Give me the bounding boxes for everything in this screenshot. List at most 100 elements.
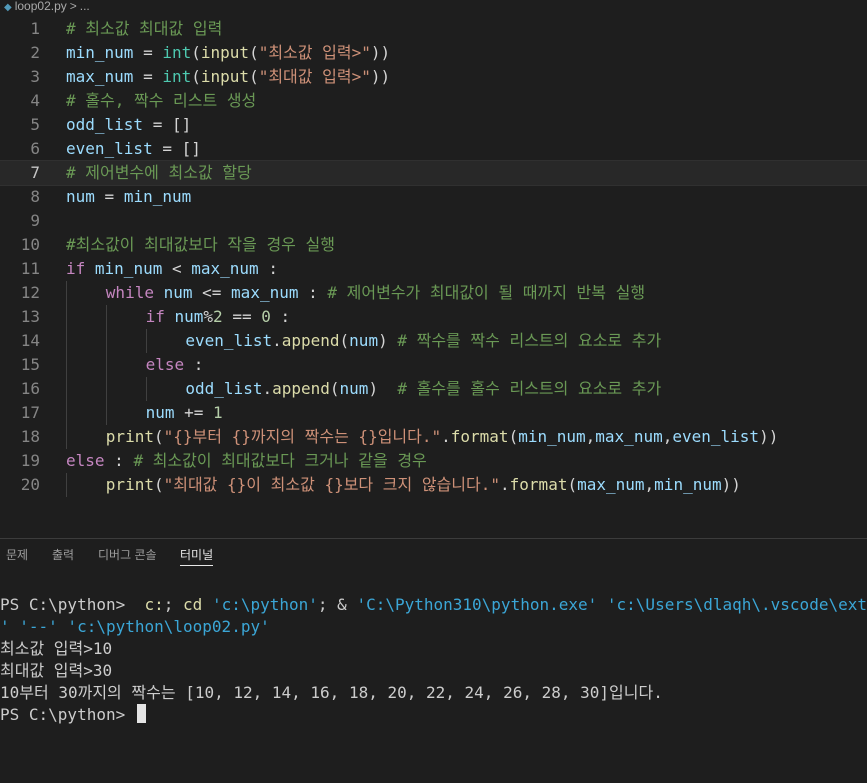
code-line[interactable]: 8 num = min_num [0, 185, 867, 209]
code-token: ( [249, 43, 259, 62]
terminal-text: 'c:\python' [211, 595, 318, 614]
code-token: "최대값 {}이 최소값 {}보다 크지 않습니다." [163, 475, 501, 494]
panel-divider [0, 538, 867, 539]
code-line[interactable]: 14 even_list.append(num) # 짝수를 짝수 리스트의 요소… [0, 329, 867, 353]
code-editor[interactable]: 1 # 최소값 최대값 입력 2 min_num = int(input("최소값 입… [0, 17, 867, 507]
code-token: min_num [94, 259, 163, 278]
terminal-line: PS C:\python> [0, 704, 867, 726]
code-line[interactable]: 13 if num%2 == 0 : [0, 305, 867, 329]
code-token: num [163, 283, 193, 302]
code-token: # 제어변수가 최대값이 될 때까지 반복 실행 [327, 283, 646, 302]
terminal-text: cd [173, 595, 212, 614]
code-token: num [145, 403, 175, 422]
code-line[interactable]: 15 else : [0, 353, 867, 377]
code-text: # 제어변수에 최소값 할당 [66, 161, 252, 185]
code-line[interactable]: 1 # 최소값 최대값 입력 [0, 17, 867, 41]
panel-tab[interactable]: 디버그 콘솔 [98, 545, 157, 565]
indent-guide [105, 329, 107, 353]
line-number: 9 [30, 211, 40, 230]
code-token: input [200, 67, 250, 86]
code-text: num += 1 [146, 401, 223, 425]
code-token: "{}부터 {}까지의 짝수는 {}입니다." [163, 427, 442, 446]
code-line[interactable]: 18 print("{}부터 {}까지의 짝수는 {}입니다.".format(m… [0, 425, 867, 449]
line-number: 3 [30, 67, 40, 86]
code-token: )) [370, 67, 391, 86]
code-token: , [585, 427, 596, 446]
code-text: while num <= max_num : # 제어변수가 최대값이 될 때까… [106, 281, 645, 305]
indent-guide [105, 305, 107, 329]
code-text: #최소값이 최대값보다 작을 경우 실행 [66, 233, 335, 257]
terminal-text: 최대값 입력>30 [0, 661, 113, 680]
code-line[interactable]: 11 if min_num < max_num : [0, 257, 867, 281]
code-token: = [133, 67, 163, 86]
code-token: ( [508, 427, 519, 446]
code-line[interactable]: 7 # 제어변수에 최소값 할당 [0, 160, 867, 186]
code-token: ) [378, 331, 398, 350]
terminal-line: PS C:\python> c:; cd 'c:\python'; & 'C:\… [0, 594, 867, 616]
terminal-text: 'c:\Users\dlaqh\.vscode\extensions\ms-py… [606, 595, 867, 614]
code-line[interactable]: 10 #최소값이 최대값보다 작을 경우 실행 [0, 233, 867, 257]
breadcrumb[interactable]: ◆ loop02.py >... [0, 0, 867, 14]
code-token: , [644, 475, 655, 494]
code-token: )) [721, 475, 741, 494]
code-line[interactable]: 9 [0, 209, 867, 233]
code-token: num [174, 307, 204, 326]
code-token: while [105, 283, 154, 302]
line-number: 4 [30, 91, 40, 110]
terminal-output[interactable]: PS C:\python> c:; cd 'c:\python'; & 'C:\… [0, 594, 867, 783]
code-text: max_num = int(input("최대값 입력>")) [66, 65, 390, 89]
breadcrumb-more[interactable]: ... [80, 0, 90, 13]
code-token: ( [191, 43, 201, 62]
code-token: += [174, 403, 214, 422]
panel-tab[interactable]: 문제 [6, 545, 28, 565]
terminal-line: 최대값 입력>30 [0, 660, 867, 682]
code-line[interactable]: 19 else : # 최소값이 최대값보다 크거나 같을 경우 [0, 449, 867, 473]
terminal-text: 'C:\Python310\python.exe' [356, 595, 598, 614]
line-number: 20 [20, 475, 40, 494]
code-token: : [258, 259, 278, 278]
code-line[interactable]: 3 max_num = int(input("최대값 입력>")) [0, 65, 867, 89]
code-token: append [281, 331, 340, 350]
code-token: if [145, 307, 165, 326]
line-number: 18 [20, 427, 40, 446]
line-number: 6 [30, 139, 40, 158]
code-token: 2 [213, 307, 223, 326]
line-number: 2 [30, 43, 40, 62]
code-token: . [272, 331, 282, 350]
code-line[interactable]: 4 # 홀수, 짝수 리스트 생성 [0, 89, 867, 113]
code-token: #최소값이 최대값보다 작을 경우 실행 [66, 235, 335, 254]
code-line[interactable]: 2 min_num = int(input("최소값 입력>")) [0, 41, 867, 65]
code-text: if num%2 == 0 : [146, 305, 291, 329]
code-token: < [162, 259, 192, 278]
code-line[interactable]: 12 while num <= max_num : # 제어변수가 최대값이 될 … [0, 281, 867, 305]
code-token: even_list [672, 427, 760, 446]
code-line[interactable]: 16 odd_list.append(num) # 홀수를 홀수 리스트의 요소로… [0, 377, 867, 401]
code-text: min_num = int(input("최소값 입력>")) [66, 41, 390, 65]
terminal-text: ; & [317, 595, 357, 614]
code-token: else [145, 355, 185, 374]
code-line[interactable]: 6 even_list = [] [0, 137, 867, 161]
code-token: ( [329, 379, 340, 398]
code-token: "최소값 입력>" [258, 43, 371, 62]
code-token: , [662, 427, 673, 446]
code-token: = [133, 43, 163, 62]
code-line[interactable]: 5 odd_list = [] [0, 113, 867, 137]
code-token: # 최소값 최대값 입력 [66, 19, 223, 38]
code-token: format [450, 427, 509, 446]
indent-guide [66, 473, 67, 497]
code-token: . [441, 427, 451, 446]
line-number: 16 [20, 379, 40, 398]
terminal-text: 10부터 30까지의 짝수는 [10, 12, 14, 16, 18, 20, … [0, 683, 663, 702]
code-line[interactable]: 17 num += 1 [0, 401, 867, 425]
code-text: odd_list = [] [66, 113, 191, 137]
terminal-line: ' '--' 'c:\python\loop02.py' [0, 616, 867, 638]
panel-tab[interactable]: 터미널 [180, 545, 214, 566]
panel-tab[interactable]: 출력 [52, 545, 74, 565]
line-number: 15 [20, 355, 40, 374]
code-token: print [105, 475, 154, 494]
terminal-text: 'c:\python\loop02.py' [57, 617, 270, 636]
code-token: max_num [191, 259, 259, 278]
breadcrumb-file[interactable]: loop02.py [15, 0, 67, 13]
code-line[interactable]: 20 print("최대값 {}이 최소값 {}보다 크지 않습니다.".form… [0, 473, 867, 497]
